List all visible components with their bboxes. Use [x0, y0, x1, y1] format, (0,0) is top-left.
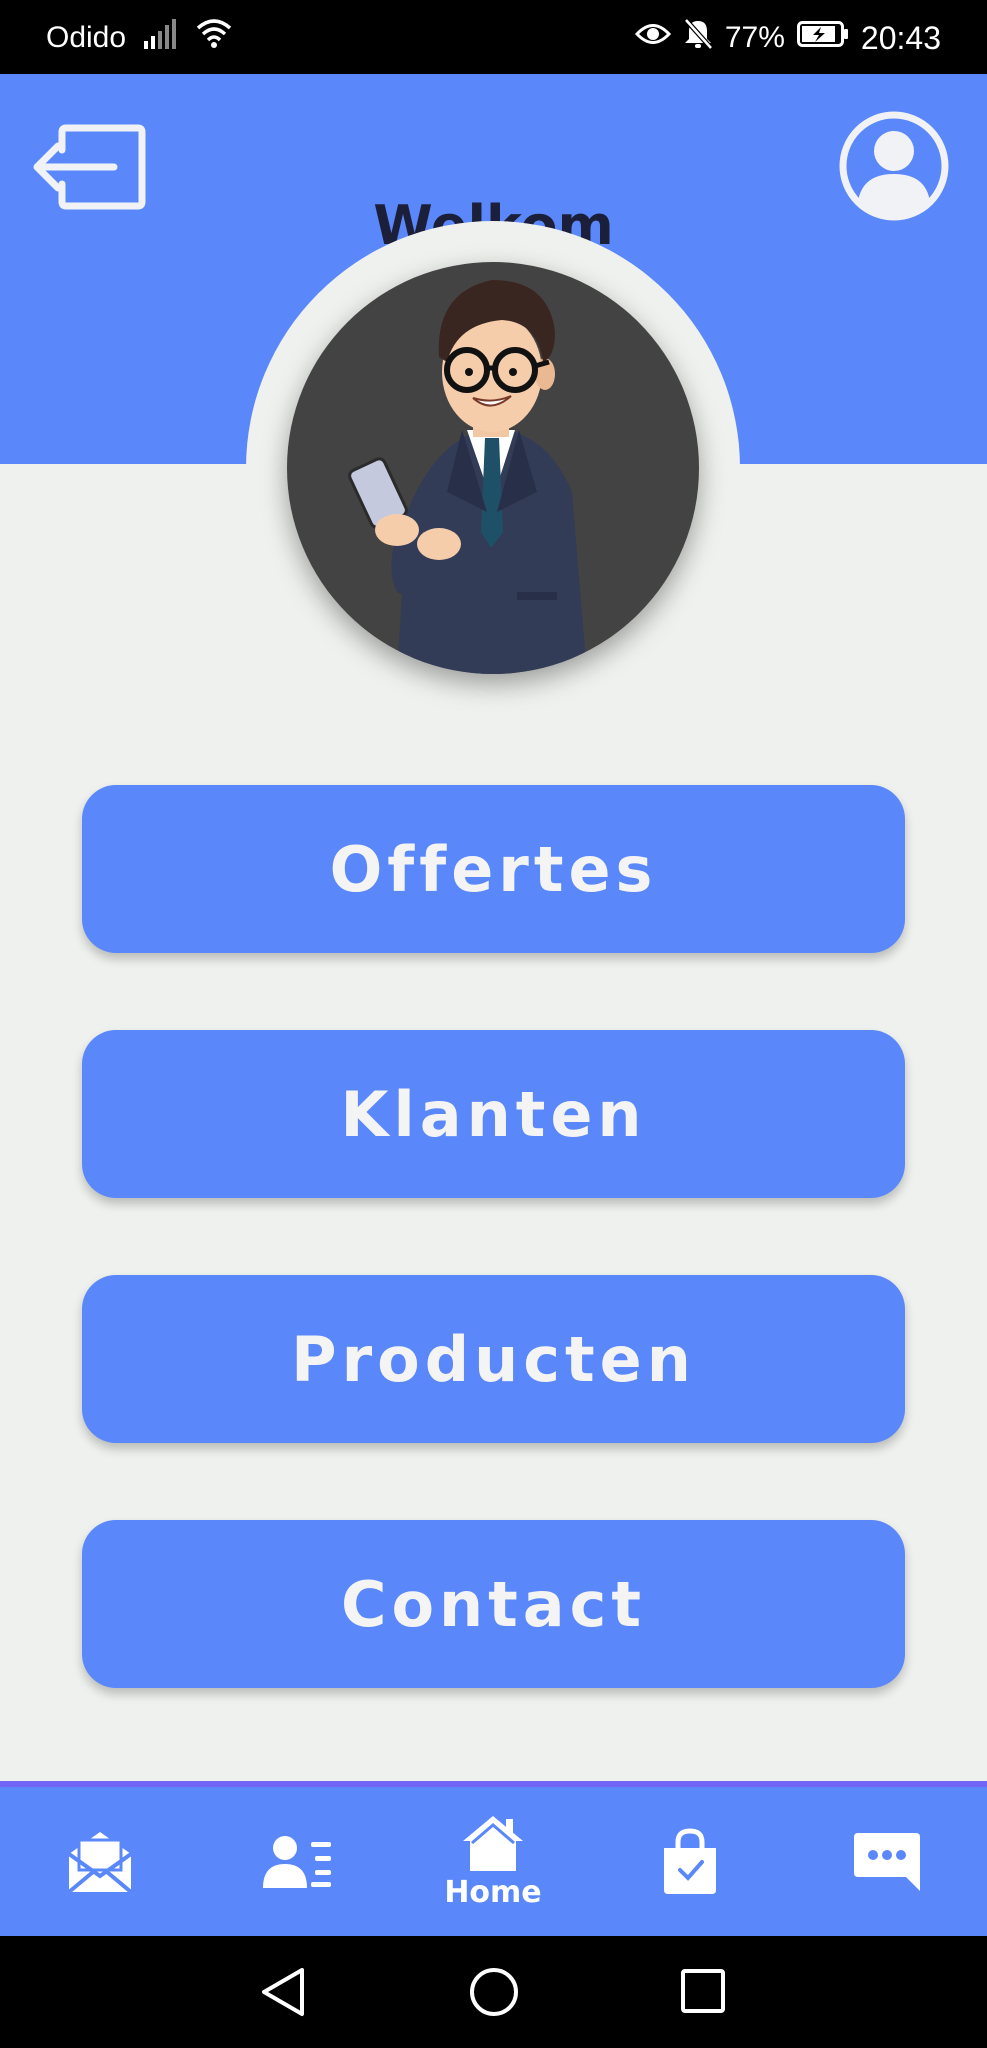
producten-button[interactable]: Producten — [82, 1275, 905, 1443]
klanten-button[interactable]: Klanten — [82, 1030, 905, 1198]
carrier-name: Odido — [46, 21, 127, 54]
clock: 20:43 — [860, 19, 941, 56]
mail-open-icon — [67, 1831, 133, 1894]
recents-icon[interactable] — [680, 1968, 726, 2014]
signal-icon — [144, 19, 178, 57]
contact-button[interactable]: Contact — [82, 1520, 905, 1688]
home-circle-icon[interactable] — [468, 1966, 520, 2018]
back-icon[interactable] — [258, 1966, 308, 2018]
logout-icon — [33, 124, 146, 210]
nav-item-home[interactable]: Home — [428, 1787, 558, 1936]
shopping-bag-check-icon — [664, 1827, 716, 1894]
nav-item-contacts[interactable] — [252, 1787, 342, 1936]
status-bar: Odido 77% 20:43 — [0, 0, 987, 74]
system-navigation-bar — [0, 1936, 987, 2048]
nav-item-chat[interactable] — [842, 1787, 932, 1936]
eye-icon — [634, 21, 671, 55]
offertes-button[interactable]: Offertes — [82, 785, 905, 953]
nav-label-home: Home — [444, 1875, 542, 1910]
bell-off-icon — [683, 18, 713, 58]
home-icon — [463, 1816, 523, 1871]
logout-button[interactable] — [32, 122, 148, 212]
wifi-icon — [196, 18, 232, 58]
battery-percent: 77% — [724, 21, 785, 54]
nav-item-mail[interactable] — [55, 1787, 145, 1936]
chat-bubble-icon — [854, 1832, 920, 1891]
avatar — [287, 262, 699, 674]
contacts-list-icon — [263, 1835, 331, 1888]
bottom-navigation: Home — [0, 1781, 987, 1936]
nav-item-orders[interactable] — [645, 1787, 735, 1936]
profile-button[interactable] — [838, 110, 950, 222]
battery-charging-icon — [796, 21, 849, 55]
profile-icon — [839, 111, 949, 221]
businessman-illustration — [348, 280, 587, 674]
